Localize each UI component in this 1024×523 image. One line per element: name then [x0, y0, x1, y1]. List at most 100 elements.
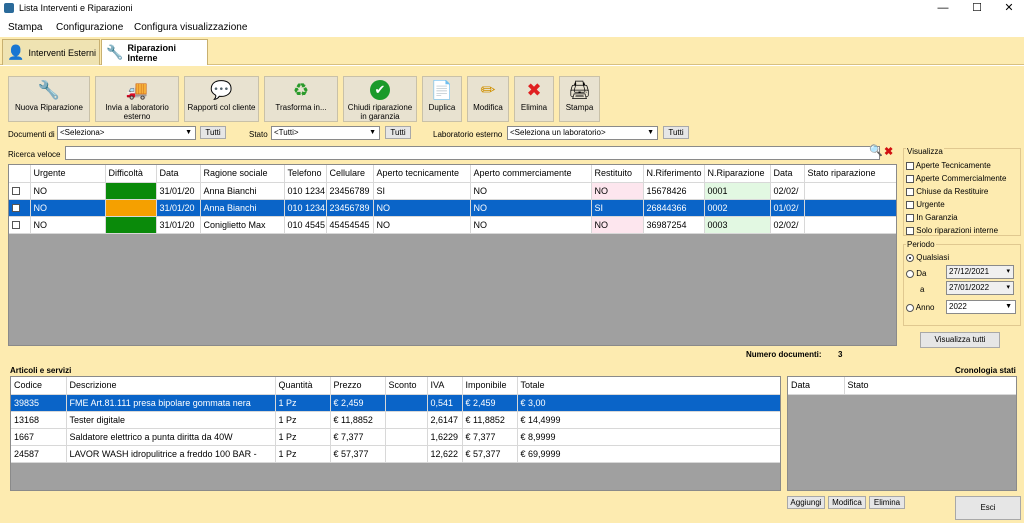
col-header[interactable]: N.Riferimento	[643, 165, 705, 183]
col-header[interactable]: Data	[770, 165, 805, 183]
rapporti-cliente-button[interactable]: 💬 Rapporti col cliente	[184, 76, 259, 122]
table-row-selected[interactable]: 39835 FME Art.81.111 presa bipolare gomm…	[11, 394, 780, 412]
da-date-input[interactable]: 27/12/2021 ▾	[946, 265, 1014, 279]
col-header[interactable]: IVA	[427, 377, 463, 395]
stampa-button[interactable]: 🖨 Stampa	[559, 76, 600, 122]
periodo-qualsiasi-radio[interactable]: Qualsiasi	[906, 253, 949, 262]
stato-select[interactable]: <Tutti> ▼	[271, 126, 380, 140]
col-header[interactable]: Stato	[844, 377, 1016, 395]
tab-interventi-esterni[interactable]: 👤 Interventi Esterni	[2, 39, 100, 65]
filter-chiuse-restituire[interactable]: Chiuse da Restituire	[906, 187, 988, 196]
col-header[interactable]: Urgente	[30, 165, 106, 183]
tutti-laboratorio-button[interactable]: Tutti	[663, 126, 689, 139]
chiudi-garanzia-button[interactable]: ✔ Chiudi riparazione in garanzia	[343, 76, 417, 122]
select-value: <Tutti>	[274, 128, 299, 137]
modifica-button[interactable]: ✏ Modifica	[467, 76, 509, 122]
cell	[804, 216, 896, 234]
col-header[interactable]: Aperto commerciamente	[470, 165, 592, 183]
chevron-down-icon: ▼	[647, 129, 654, 136]
invia-laboratorio-button[interactable]: 🚚 Invia a laboratorio esterno	[95, 76, 179, 122]
tutti-stato-button[interactable]: Tutti	[385, 126, 411, 139]
checkbox[interactable]	[906, 200, 914, 209]
tab-riparazioni-interne[interactable]: 🔧 Riparazioni Interne	[101, 39, 208, 65]
cell: NO	[591, 182, 644, 200]
elimina-stato-button[interactable]: Elimina	[869, 496, 905, 509]
col-header[interactable]: Stato riparazione	[804, 165, 896, 183]
ricerca-input[interactable]	[65, 146, 880, 160]
cell: Coniglietto Max	[200, 216, 285, 234]
table-row[interactable]: 1667 Saldatore elettrico a punta diritta…	[11, 428, 780, 446]
tutti-documenti-button[interactable]: Tutti	[200, 126, 226, 139]
filter-aperte-tecnicamente[interactable]: Aperte Tecnicamente	[906, 161, 991, 170]
periodo-anno-radio[interactable]: Anno	[906, 303, 934, 312]
col-header[interactable]: Sconto	[385, 377, 428, 395]
table-row[interactable]: NO 31/01/20 Anna Bianchi 010 1234 234567…	[9, 182, 896, 200]
duplica-button[interactable]: 📄 Duplica	[422, 76, 462, 122]
col-header[interactable]: N.Riparazione	[704, 165, 771, 183]
maximize-button[interactable]: ☐	[960, 0, 994, 16]
checkbox[interactable]	[906, 226, 914, 235]
date-value: 27/12/2021	[949, 267, 990, 276]
filter-solo-interne[interactable]: Solo riparazioni interne	[906, 226, 998, 235]
row-checkbox-cell[interactable]	[9, 182, 31, 200]
table-row[interactable]: 24587 LAVOR WASH idropulitrice a freddo …	[11, 445, 780, 463]
col-header[interactable]: Data	[156, 165, 201, 183]
nuova-riparazione-button[interactable]: 🔧 Nuova Riparazione	[8, 76, 90, 122]
filter-urgente[interactable]: Urgente	[906, 200, 945, 209]
elimina-button[interactable]: ✖ Elimina	[514, 76, 554, 122]
col-header[interactable]: Data	[788, 377, 845, 395]
radio[interactable]	[906, 303, 914, 312]
aggiungi-button[interactable]: Aggiungi	[787, 496, 825, 509]
cell: 010 1234	[284, 182, 327, 200]
modifica-stato-button[interactable]: Modifica	[828, 496, 866, 509]
col-header[interactable]: Difficoltà	[105, 165, 157, 183]
documenti-select[interactable]: <Seleziona> ▼	[57, 126, 196, 140]
col-header[interactable]: Codice	[11, 377, 67, 395]
close-button[interactable]: ✕	[992, 0, 1024, 16]
checkbox[interactable]	[906, 161, 914, 170]
table-row-selected[interactable]: NO 31/01/20 Anna Bianchi 010 1234 234567…	[9, 199, 896, 217]
row-checkbox-cell[interactable]	[9, 216, 31, 234]
checkbox[interactable]	[906, 174, 914, 183]
esci-button[interactable]: Esci	[955, 496, 1021, 520]
filter-in-garanzia[interactable]: In Garanzia	[906, 213, 958, 222]
button-label: Elimina	[520, 103, 548, 112]
col-header[interactable]: Quantità	[275, 377, 331, 395]
minimize-button[interactable]: —	[926, 0, 960, 16]
col-header[interactable]: Telefono	[284, 165, 327, 183]
a-date-input[interactable]: 27/01/2022 ▾	[946, 281, 1014, 295]
row-checkbox[interactable]	[12, 204, 20, 213]
table-row[interactable]: NO 31/01/20 Coniglietto Max 010 4545 454…	[9, 216, 896, 234]
difficulty-cell	[105, 182, 157, 200]
menu-stampa[interactable]: Stampa	[8, 22, 42, 33]
cell: € 57,377	[330, 445, 386, 463]
periodo-da-radio[interactable]: Da	[906, 269, 926, 278]
checkbox[interactable]	[906, 187, 914, 196]
col-header[interactable]: Aperto tecnicamente	[373, 165, 471, 183]
search-icon[interactable]: 🔍	[869, 144, 883, 157]
clear-icon[interactable]: ✖	[884, 145, 893, 158]
row-checkbox[interactable]	[12, 187, 20, 196]
col-header[interactable]: Ragione sociale	[200, 165, 285, 183]
row-checkbox[interactable]	[12, 221, 20, 230]
col-header[interactable]: Restituito	[591, 165, 644, 183]
trasforma-button[interactable]: ♻ Trasforma in...	[264, 76, 338, 122]
row-checkbox-cell[interactable]	[9, 199, 31, 217]
col-header[interactable]	[9, 165, 31, 183]
col-header[interactable]: Cellulare	[326, 165, 374, 183]
col-header[interactable]: Descrizione	[66, 377, 276, 395]
filter-aperte-commercialmente[interactable]: Aperte Commercialmente	[906, 174, 1006, 183]
laboratorio-select[interactable]: <Seleziona un laboratorio> ▼	[507, 126, 658, 140]
anno-select[interactable]: 2022 ▼	[946, 300, 1016, 314]
menu-configurazione[interactable]: Configurazione	[56, 22, 123, 33]
visualizza-tutti-button[interactable]: Visualizza tutti	[920, 332, 1000, 348]
menu-configura-visualizzazione[interactable]: Configura visualizzazione	[134, 22, 247, 33]
col-header[interactable]: Totale	[517, 377, 780, 395]
col-header[interactable]: Imponibile	[462, 377, 518, 395]
radio[interactable]	[906, 269, 914, 278]
checkbox[interactable]	[906, 213, 914, 222]
documenti-label: Documenti di	[8, 130, 55, 139]
table-row[interactable]: 13168 Tester digitale 1 Pz € 11,8852 2,6…	[11, 411, 780, 429]
radio[interactable]	[906, 253, 914, 262]
col-header[interactable]: Prezzo	[330, 377, 386, 395]
